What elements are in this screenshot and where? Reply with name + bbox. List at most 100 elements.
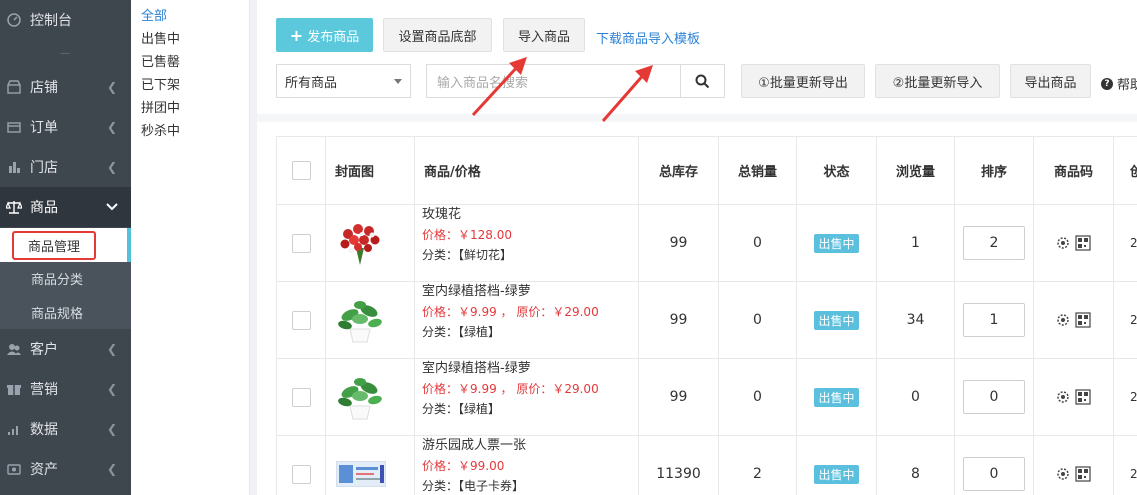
batch-update-import-button[interactable]: ②批量更新导入 <box>875 64 1000 98</box>
table-row: 玫瑰花 价格：￥128.00 分类：【鲜切花】 99 0 出售中 1 2 20 <box>277 205 1137 282</box>
export-goods-button[interactable]: 导出商品 <box>1010 64 1091 98</box>
row-checkbox[interactable] <box>291 387 311 407</box>
plus-icon: + <box>289 25 304 45</box>
goods-name[interactable]: 游乐园成人票一张 <box>422 436 526 456</box>
header-select-all <box>277 137 326 204</box>
table-header-row: 封面图 商品/价格 总库存 总销量 状态 浏览量 排序 商品码 创 <box>277 137 1137 205</box>
goods-category: 分类：【绿植】 <box>422 325 501 339</box>
chart-icon <box>6 421 22 437</box>
sort-cell: 0 <box>955 436 1034 495</box>
table-row: 室内绿植搭档-绿萝 价格：￥9.99 ， 原价：￥29.00 分类：【绿植】 9… <box>277 359 1137 436</box>
qrcode-icon[interactable] <box>1056 466 1092 482</box>
goods-code-cell <box>1034 282 1114 358</box>
sort-input[interactable]: 0 <box>963 457 1025 491</box>
sidebar-item-shop[interactable]: 店铺 ❮ <box>0 67 131 107</box>
filter-all[interactable]: 全部 <box>141 5 167 24</box>
sort-input[interactable]: 1 <box>963 303 1025 337</box>
sidebar-subitem-goods-spec[interactable]: 商品规格 <box>0 295 131 329</box>
goods-scope-select[interactable]: 所有商品 <box>276 64 411 98</box>
goods-category: 分类：【绿植】 <box>422 402 501 416</box>
sidebar-item-marketing[interactable]: 营销 ❮ <box>0 369 131 409</box>
cover-cell <box>326 436 415 495</box>
filter-flash-sale[interactable]: 秒杀中 <box>141 120 180 139</box>
sidebar-item-label: 商品 <box>30 200 58 216</box>
goods-name[interactable]: 室内绿植搭档-绿萝 <box>422 359 531 379</box>
sidebar-subitem-label: 商品管理 <box>12 230 97 260</box>
row-checkbox[interactable] <box>291 233 311 253</box>
wallet-icon <box>6 461 22 477</box>
qrcode-icon[interactable] <box>1056 389 1092 405</box>
publish-goods-button[interactable]: + 发布商品 <box>276 18 373 52</box>
sidebar-item-dashboard[interactable]: 控制台 <box>0 0 131 40</box>
cover-cell <box>326 205 415 281</box>
sidebar-submenu: 商品管理 商品分类 商品规格 <box>0 228 131 329</box>
sort-input[interactable]: 2 <box>963 226 1025 260</box>
help-link[interactable]: ? 帮助 <box>1101 74 1137 93</box>
filter-sold-out[interactable]: 已售罄 <box>141 51 180 70</box>
goods-price: 价格：￥99.00 <box>422 459 505 473</box>
sidebar-item-label: 订单 <box>30 120 58 136</box>
sidebar-subitem-goods-manage[interactable]: 商品管理 <box>0 228 131 262</box>
date-cell-partial: 20 <box>1114 359 1137 435</box>
sort-input[interactable]: 0 <box>963 380 1025 414</box>
annotation-arrow-import <box>471 57 527 117</box>
sort-cell: 2 <box>955 205 1034 281</box>
row-checkbox[interactable] <box>291 464 311 484</box>
import-goods-button[interactable]: 导入商品 <box>503 18 585 52</box>
goods-info-cell: 玫瑰花 价格：￥128.00 分类：【鲜切花】 <box>415 205 639 281</box>
row-checkbox[interactable] <box>291 310 311 330</box>
stock-cell: 99 <box>639 282 719 358</box>
header-goods-code: 商品码 <box>1034 137 1114 204</box>
chevron-left-icon: ❮ <box>106 80 118 94</box>
filter-off-shelf[interactable]: 已下架 <box>141 74 180 93</box>
filter-group-buy[interactable]: 拼团中 <box>141 97 180 116</box>
gift-icon <box>6 381 22 397</box>
sidebar-item-store[interactable]: 门店 ❮ <box>0 147 131 187</box>
sidebar-item-assets[interactable]: 资产 ❮ <box>0 449 131 489</box>
chevron-left-icon: ❮ <box>106 382 118 396</box>
download-template-link[interactable]: 下载商品导入模板 <box>596 28 700 47</box>
goods-price: 价格：￥9.99 ， 原价：￥29.00 <box>422 305 599 319</box>
shop-icon <box>6 79 22 95</box>
goods-info-cell: 室内绿植搭档-绿萝 价格：￥9.99 ， 原价：￥29.00 分类：【绿植】 <box>415 282 639 358</box>
sidebar-item-data[interactable]: 数据 ❮ <box>0 409 131 449</box>
sales-cell: 0 <box>719 359 797 435</box>
views-cell: 0 <box>877 359 955 435</box>
goods-info-cell: 室内绿植搭档-绿萝 价格：￥9.99 ， 原价：￥29.00 分类：【绿植】 <box>415 359 639 435</box>
goods-info-cell: 游乐园成人票一张 价格：￥99.00 分类：【电子卡券】 <box>415 436 639 495</box>
select-all-checkbox[interactable] <box>291 161 311 180</box>
qrcode-icon[interactable] <box>1056 235 1092 251</box>
goods-name[interactable]: 玫瑰花 <box>422 205 461 225</box>
filter-on-sale[interactable]: 出售中 <box>141 28 180 47</box>
sidebar-subitem-goods-category[interactable]: 商品分类 <box>0 261 131 295</box>
sidebar-item-goods[interactable]: 商品 <box>0 187 131 227</box>
rose-bouquet-image <box>340 224 380 265</box>
row-select <box>277 205 326 281</box>
chevron-left-icon: ❮ <box>106 422 118 436</box>
date-cell-partial: 20 <box>1114 205 1137 281</box>
goods-code-cell <box>1034 359 1114 435</box>
goods-table: 封面图 商品/价格 总库存 总销量 状态 浏览量 排序 商品码 创 <box>276 136 1137 495</box>
qrcode-icon[interactable] <box>1056 312 1092 328</box>
ticket-image <box>336 461 386 487</box>
goods-name[interactable]: 室内绿植搭档-绿萝 <box>422 282 531 302</box>
status-badge: 出售中 <box>814 310 859 330</box>
main-content: + 发布商品 设置商品底部 导入商品 下载商品导入模板 所有商品 输入商品名搜索… <box>257 0 1137 495</box>
search-button[interactable] <box>680 64 725 98</box>
sidebar-item-order[interactable]: 订单 ❮ <box>0 107 131 147</box>
status-cell: 出售中 <box>797 436 877 495</box>
status-cell: 出售中 <box>797 282 877 358</box>
scale-icon <box>6 199 22 215</box>
store-icon <box>6 159 22 175</box>
chevron-down-icon <box>105 200 119 214</box>
set-goods-bottom-button[interactable]: 设置商品底部 <box>383 18 492 52</box>
batch-update-export-button[interactable]: ①批量更新导出 <box>741 64 865 98</box>
chevron-left-icon: ❮ <box>106 462 118 476</box>
header-total-stock: 总库存 <box>639 137 719 204</box>
question-icon: ? <box>1101 77 1113 90</box>
potted-plant-image <box>338 378 382 420</box>
stock-cell: 99 <box>639 359 719 435</box>
sidebar-item-customer[interactable]: 客户 ❮ <box>0 329 131 369</box>
sidebar-divider: — <box>60 47 71 59</box>
goods-category: 分类：【电子卡券】 <box>422 479 525 493</box>
